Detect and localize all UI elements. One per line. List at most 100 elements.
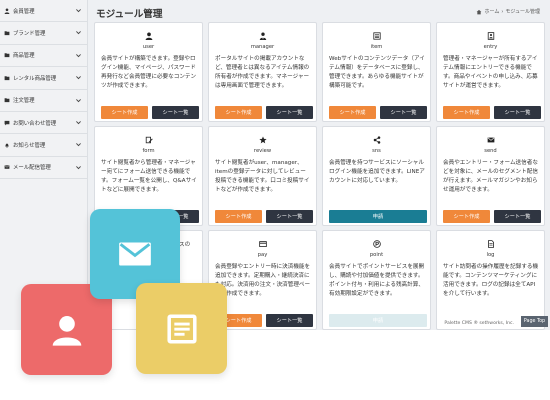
sidebar-item-inquiries[interactable]: お問い合わせ管理	[0, 112, 87, 135]
create-sheet-button[interactable]: シート作成	[443, 106, 490, 119]
star-icon	[258, 136, 267, 144]
breadcrumb-home[interactable]: ホーム	[484, 8, 499, 15]
chevron-down-icon[interactable]	[75, 74, 82, 81]
sidebar-item-news[interactable]: お知らせ管理	[0, 134, 87, 157]
module-description: スの	[179, 241, 200, 250]
breadcrumb-current: モジュール管理	[505, 9, 540, 15]
chevron-down-icon[interactable]	[75, 164, 82, 171]
sidebar-item-orders[interactable]: 注文管理	[0, 90, 87, 112]
module-description: 会員サイトが構築できます。登録やログイン機能、マイページ、パスワード再発行など会…	[101, 56, 197, 89]
module-name: entry	[483, 44, 498, 50]
copyright: Palette CMS ® sethworks, Inc.	[444, 321, 514, 326]
create-sheet-button[interactable]: シート作成	[101, 106, 148, 119]
sidebar: 会員管理 ブランド管理 商品管理 レンタル商品管理 注文管理 お問い合わせ管理	[0, 0, 88, 330]
list-icon	[372, 32, 381, 40]
module-name: sns	[372, 148, 381, 154]
sidebar-item-members[interactable]: 会員管理	[0, 0, 87, 23]
module-name: log	[486, 252, 495, 258]
sheet-list-button[interactable]: シート一覧	[152, 106, 199, 119]
sidebar-item-label: レンタル商品管理	[13, 75, 57, 82]
module-name: manager	[250, 44, 275, 50]
sheet-list-button[interactable]: シート一覧	[380, 106, 427, 119]
breadcrumb-separator: ›	[501, 8, 504, 15]
sidebar-item-brands[interactable]: ブランド管理	[0, 22, 87, 45]
page-top-button[interactable]: Page Top	[521, 316, 548, 327]
sidebar-item-label: ブランド管理	[13, 31, 46, 38]
module-card-user: user 会員サイトが構築できます。登録やログイン機能、マイページ、パスワード再…	[94, 22, 203, 122]
folder-icon	[4, 98, 10, 103]
sheet-list-button[interactable]: シート一覧	[494, 106, 541, 119]
sheet-list-button[interactable]: シート一覧	[266, 314, 313, 327]
chevron-down-icon[interactable]	[75, 52, 82, 59]
breadcrumb: ホーム › モジュール管理	[476, 8, 540, 15]
sidebar-item-label: お知らせ管理	[13, 143, 46, 150]
log-icon	[487, 240, 494, 248]
sidebar-item-label: 商品管理	[13, 53, 35, 60]
create-sheet-button[interactable]: シート作成	[215, 106, 262, 119]
sidebar-item-label: お問い合わせ管理	[13, 120, 57, 127]
module-description: ポータルサイトの掲載アカウントなど、管理者とは異なるアイテム情報の所有者が作成で…	[215, 56, 310, 89]
module-description: 会員登録やエントリー時に決済機能を追加できます。定期購入・継続決済にも対応。決済…	[215, 264, 311, 297]
create-sheet-button[interactable]: シート作成	[329, 106, 376, 119]
module-description: サイト訪問者の操作履歴を記録する機能です。コンテンツマーケティングに活用できます…	[443, 264, 539, 297]
chevron-down-icon[interactable]	[75, 29, 82, 36]
module-name: form	[142, 148, 155, 154]
folder-icon	[4, 53, 10, 58]
sidebar-item-label: メール配信管理	[13, 165, 51, 172]
module-name: pay	[257, 252, 268, 258]
document-icon	[166, 313, 197, 344]
module-description: サイト閲覧者がuser、manager、itemの登録データに対してレビュー投稿…	[215, 160, 310, 193]
module-name: review	[253, 148, 272, 154]
form-icon	[145, 136, 153, 144]
page-title: モジュール管理	[96, 9, 163, 20]
create-sheet-button[interactable]: シート作成	[443, 210, 490, 223]
share-icon	[373, 136, 380, 144]
sidebar-item-products[interactable]: 商品管理	[0, 45, 87, 68]
sheet-list-button[interactable]: シート一覧	[266, 106, 313, 119]
sidebar-item-label: 会員管理	[13, 8, 35, 15]
manager-icon	[259, 32, 266, 40]
sidebar-item-mail-delivery[interactable]: メール配信管理	[0, 157, 87, 180]
chevron-down-icon[interactable]	[75, 7, 82, 14]
folder-icon	[4, 31, 10, 36]
sheet-list-button[interactable]: シート一覧	[494, 210, 541, 223]
module-card-entry: entry 管理者・マネージャーが所有するアイテム情報にエントリーできる機能です…	[436, 22, 545, 122]
module-name: point	[369, 252, 384, 258]
module-card-review: review サイト閲覧者がuser、manager、itemの登録データに対し…	[208, 126, 317, 226]
chat-icon	[4, 120, 10, 126]
chevron-down-icon[interactable]	[75, 119, 82, 126]
mail-icon	[119, 242, 151, 266]
module-description: 会員やエントリー・フォーム送信者などを対象に、メールのセグメント配信が行えます。…	[443, 160, 538, 193]
document-tile	[136, 283, 227, 374]
module-description-fragment: スの	[179, 242, 191, 248]
module-card-item: item Webサイトのコンテンツデータ（アイテム情報）をデータベースに登録し、…	[322, 22, 431, 122]
module-description: Webサイトのコンテンツデータ（アイテム情報）をデータベースに登録し、管理できま…	[329, 56, 425, 89]
module-description: 会員管理を持つサービスにソーシャルログイン機能を追加できます。LINEアカウント…	[329, 160, 425, 184]
sheet-list-button[interactable]: シート一覧	[266, 210, 313, 223]
module-description: サイト閲覧者から管理者・マネージャー宛てにフォーム送信できる機能です。フォーム一…	[101, 160, 197, 193]
sidebar-item-rental-products[interactable]: レンタル商品管理	[0, 67, 87, 90]
point-icon	[372, 240, 381, 248]
admin-app: 会員管理 ブランド管理 商品管理 レンタル商品管理 注文管理 お問い合わせ管理	[0, 0, 550, 330]
apply-button[interactable]: 申請	[329, 210, 427, 223]
module-name: item	[370, 44, 383, 50]
card-icon	[258, 241, 267, 247]
send-icon	[487, 137, 494, 143]
module-card-point: point 会員サイトでポイントサービスを展開し、購読や付加価値を提供できます。…	[322, 230, 431, 330]
module-card-log: log サイト訪問者の操作履歴を記録する機能です。コンテンツマーケティングに活用…	[436, 230, 545, 330]
contact-card-icon	[487, 32, 494, 40]
user-icon	[4, 8, 10, 14]
module-name: send	[484, 148, 497, 154]
module-card-send: send 会員やエントリー・フォーム送信者などを対象に、メールのセグメント配信が…	[436, 126, 545, 226]
bell-icon	[5, 143, 9, 148]
create-sheet-button[interactable]: シート作成	[215, 210, 262, 223]
module-name: user	[142, 44, 155, 50]
chevron-down-icon[interactable]	[75, 97, 82, 104]
person-icon	[145, 32, 152, 40]
module-description: 会員サイトでポイントサービスを展開し、購読や付加価値を提供できます。ポイント付与…	[329, 264, 425, 297]
sidebar-item-label: 注文管理	[13, 98, 35, 105]
apply-button[interactable]: 申請	[329, 314, 427, 327]
module-description: 管理者・マネージャーが所有するアイテム情報にエントリーできる機能です。商品やイベ…	[443, 56, 538, 89]
chevron-down-icon[interactable]	[75, 141, 82, 148]
home-icon	[477, 9, 482, 14]
